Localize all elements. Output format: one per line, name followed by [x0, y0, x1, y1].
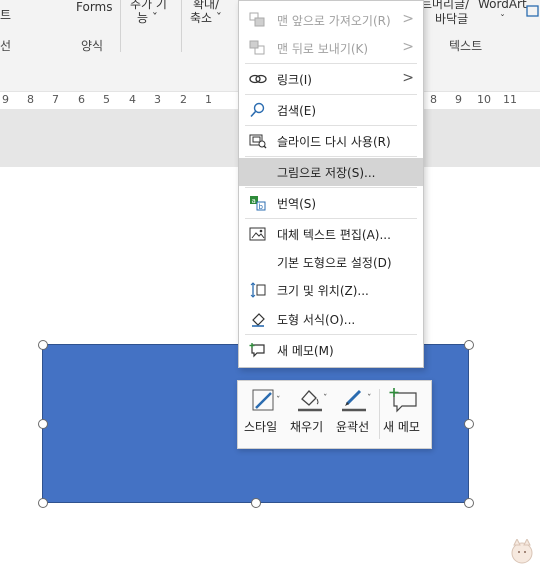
new-comment-icon [388, 387, 422, 416]
ruler-tick: 9 [2, 93, 9, 106]
add-feature-button-line2[interactable]: 능 ˇ [137, 11, 158, 26]
resize-handle-top-left[interactable] [38, 340, 48, 350]
group-label-text: 텍스트 [449, 39, 483, 53]
submenu-arrow-icon: > [402, 39, 414, 55]
ruler-tick: 3 [154, 93, 161, 106]
new-comment-button[interactable]: 새 메모 [383, 381, 429, 448]
zoom-button-line2[interactable]: 축소 ˇ [190, 11, 222, 26]
submenu-arrow-icon: > [402, 70, 414, 86]
style-button[interactable]: ˇ 스타일 [244, 381, 286, 448]
ruler-tick: 7 [52, 93, 59, 106]
menu-item-size-position[interactable]: 크기 및 위치(Z)... [239, 276, 423, 304]
svg-text:a: a [252, 197, 256, 205]
ruler-tick: 5 [103, 93, 110, 106]
ruler-tick: 9 [455, 93, 462, 106]
submenu-arrow-icon: > [402, 11, 414, 27]
svg-text:ˇ: ˇ [276, 395, 281, 406]
ribbon-divider [181, 0, 182, 52]
forms-button[interactable]: Forms [76, 0, 112, 15]
menu-item-bring-to-front[interactable]: 맨 앞으로 가져오기(R) > [239, 6, 423, 34]
ruler-tick: 8 [430, 93, 437, 106]
wordart-button[interactable]: WordArt [478, 0, 527, 12]
ruler-tick: 6 [78, 93, 85, 106]
menu-item-new-comment[interactable]: 새 메모(M) [239, 336, 423, 364]
pen-outline-icon: ˇ [340, 387, 374, 416]
ruler-tick: 1 [205, 93, 212, 106]
translate-icon: ab [249, 195, 267, 211]
menu-separator [245, 63, 417, 64]
menu-item-search[interactable]: 검색(E) [239, 96, 423, 124]
menu-separator [245, 187, 417, 188]
menu-item-edit-alt-text[interactable]: 대체 텍스트 편집(A)... [239, 220, 423, 248]
alt-text-icon [249, 226, 267, 242]
bring-to-front-icon [249, 12, 267, 28]
menu-item-save-as-picture[interactable]: 그림으로 저장(S)... [239, 158, 423, 186]
format-shape-icon [249, 311, 267, 327]
group-label-left: 선 [0, 39, 12, 53]
menu-separator [245, 334, 417, 335]
ruler-tick: 4 [129, 93, 136, 106]
header-footer-button-line2[interactable]: 바닥글 [435, 12, 468, 27]
send-to-back-icon [249, 40, 267, 56]
group-label-style: 양식 [81, 39, 104, 53]
menu-item-reuse-slides[interactable]: 슬라이드 다시 사용(R) [239, 127, 423, 155]
fill-button[interactable]: ˇ 채우기 [290, 381, 332, 448]
shape-style-icon: ˇ [252, 387, 286, 416]
new-comment-icon [249, 342, 267, 358]
resize-handle-left[interactable] [38, 419, 48, 429]
svg-text:ˇ: ˇ [367, 393, 372, 404]
resize-handle-right[interactable] [464, 419, 474, 429]
resize-handle-bottom-right[interactable] [464, 498, 474, 508]
ruler-tick: 8 [27, 93, 34, 106]
ribbon-divider [120, 0, 121, 52]
link-icon [249, 71, 267, 87]
mini-toolbar: ˇ 스타일 ˇ 채우기 ˇ 윤곽선 새 메모 [237, 380, 432, 449]
watermark-logo [508, 537, 536, 565]
resize-handle-top-right[interactable] [464, 340, 474, 350]
ribbon-fragment-left: 트 [0, 8, 12, 22]
menu-item-set-default-shape[interactable]: 기본 도형으로 설정(D) [239, 248, 423, 276]
wordart-dropdown-icon[interactable]: ˇ [500, 12, 505, 27]
menu-separator [245, 94, 417, 95]
menu-item-format-shape[interactable]: 도형 서식(O)... [239, 305, 423, 333]
menu-item-translate[interactable]: ab 번역(S) [239, 189, 423, 217]
size-position-icon [249, 282, 267, 298]
menu-separator [245, 156, 417, 157]
paint-bucket-icon: ˇ [296, 387, 330, 416]
menu-separator [245, 218, 417, 219]
search-icon [249, 102, 267, 118]
ruler-tick: 11 [503, 93, 517, 106]
window-icon[interactable] [526, 4, 540, 22]
header-footer-button-line1[interactable]: 머리글/ [432, 0, 469, 12]
menu-item-link[interactable]: 링크(I) > [239, 65, 423, 93]
svg-text:ˇ: ˇ [323, 393, 328, 404]
ruler-tick: 10 [477, 93, 491, 106]
menu-separator [245, 125, 417, 126]
svg-text:b: b [259, 203, 264, 211]
resize-handle-bottom[interactable] [251, 498, 261, 508]
context-menu: 맨 앞으로 가져오기(R) > 맨 뒤로 보내기(K) > 링크(I) > 검색… [238, 0, 424, 368]
resize-handle-bottom-left[interactable] [38, 498, 48, 508]
ruler-tick: 2 [180, 93, 187, 106]
menu-item-send-to-back[interactable]: 맨 뒤로 보내기(K) > [239, 34, 423, 62]
outline-button[interactable]: ˇ 윤곽선 [336, 381, 378, 448]
reuse-slides-icon [249, 133, 267, 149]
mini-toolbar-divider [379, 389, 380, 439]
